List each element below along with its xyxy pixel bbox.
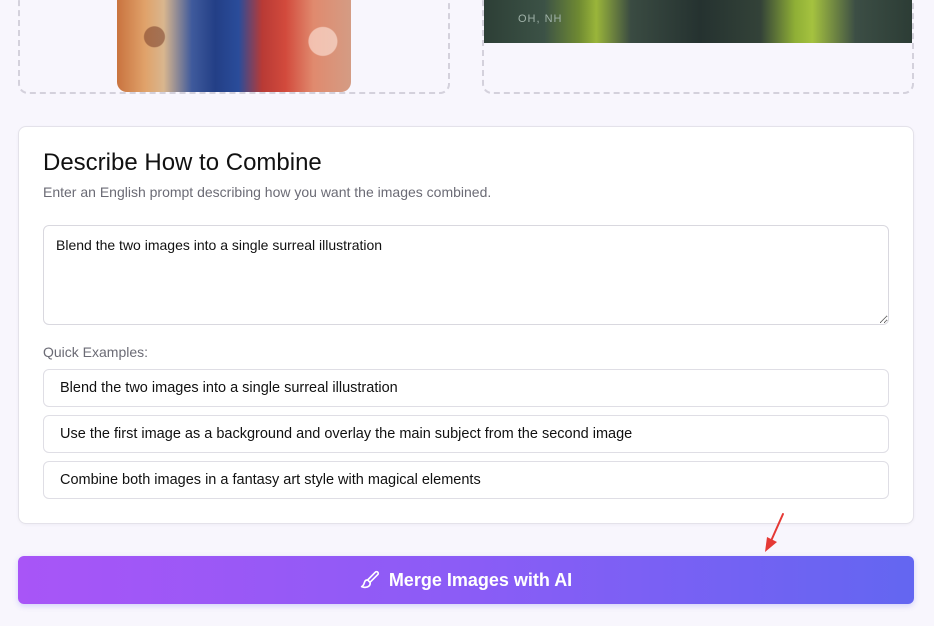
combine-prompt-card: Describe How to Combine Enter an English… [18, 126, 914, 524]
quick-example-label: Combine both images in a fantasy art sty… [60, 472, 481, 488]
quick-examples-label: Quick Examples: [43, 344, 149, 360]
quick-example-label: Blend the two images into a single surre… [60, 380, 398, 396]
prompt-textarea[interactable]: Blend the two images into a single surre… [43, 225, 889, 325]
paintbrush-icon [360, 570, 379, 589]
image-upload-first[interactable] [18, 0, 450, 94]
merge-button-label: Merge Images with AI [388, 569, 573, 590]
card-title: Describe How to Combine [43, 149, 322, 176]
quick-example-button[interactable]: Use the first image as a background and … [43, 415, 889, 453]
annotation-arrow-icon [765, 513, 784, 552]
quick-example-label: Use the first image as a background and … [60, 426, 633, 442]
quick-example-button[interactable]: Combine both images in a fantasy art sty… [43, 461, 889, 499]
card-subtitle: Enter an English prompt describing how y… [43, 184, 492, 200]
image-upload-second[interactable]: OH, NH [482, 0, 914, 94]
thumbnail-text: OH, NH [518, 13, 563, 25]
quick-example-button[interactable]: Blend the two images into a single surre… [43, 369, 889, 407]
uploaded-image-thumbnail-first [117, 0, 351, 92]
merge-images-button[interactable]: Merge Images with AI [18, 556, 914, 604]
